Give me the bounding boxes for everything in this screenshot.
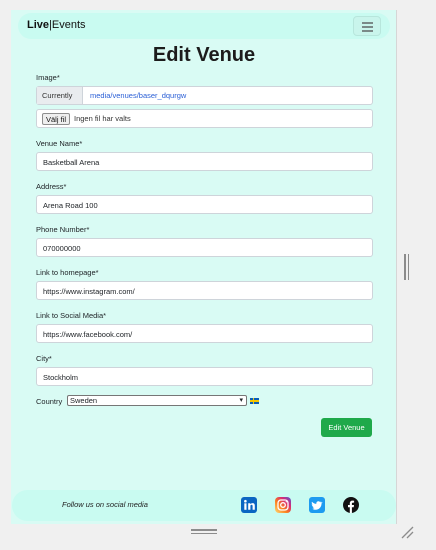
image-file-input[interactable]: Välj fil Ingen fil har valts (36, 109, 373, 128)
hamburger-icon (362, 30, 373, 32)
linkedin-icon[interactable] (241, 497, 257, 513)
country-label: Country (36, 397, 63, 406)
phone-label: Phone Number* (36, 225, 90, 234)
horizontal-resize-handle[interactable] (191, 529, 217, 535)
choose-file-button[interactable]: Välj fil (42, 113, 71, 125)
hamburger-icon (362, 22, 373, 24)
brand-logo[interactable]: Live|Events (27, 19, 86, 31)
image-label: Image* (36, 73, 60, 82)
hamburger-icon (362, 26, 373, 28)
country-select[interactable]: Sweden ▾ (67, 395, 247, 406)
venue-name-input[interactable]: Basketball Arena (36, 152, 373, 171)
page-title: Edit Venue (152, 44, 256, 66)
country-value: Sweden (70, 396, 98, 405)
footer: Follow us on social media (12, 490, 396, 521)
social-input[interactable]: https://www.facebook.com/ (36, 324, 373, 343)
current-image-link[interactable]: media/venues/baser_dqurgw (90, 91, 186, 100)
chevron-down-icon: ▾ (239, 397, 243, 404)
currently-label: Currently (37, 87, 83, 104)
venue-name-label: Venue Name* (36, 139, 83, 148)
navbar-toggle-button[interactable] (353, 16, 381, 36)
city-input[interactable]: Stockholm (36, 367, 373, 386)
address-label: Address* (36, 182, 67, 191)
brand-rest: Events (51, 19, 86, 31)
vertical-resize-handle[interactable] (404, 254, 410, 280)
social-label: Link to Social Media* (36, 311, 107, 320)
resize-grip-icon[interactable] (400, 525, 414, 539)
brand-bold: Live (27, 19, 50, 31)
phone-input[interactable]: 070000000 (36, 238, 373, 257)
city-label: City* (36, 354, 52, 363)
address-input[interactable]: Arena Road 100 (36, 195, 373, 214)
instagram-icon[interactable] (275, 497, 291, 513)
homepage-input[interactable]: https://www.instagram.com/ (36, 281, 373, 300)
page-viewport: Live|Events Edit Venue Image* Currently … (11, 10, 397, 524)
navbar: Live|Events (18, 13, 390, 39)
sweden-flag-icon (250, 398, 259, 404)
file-status: Ingen fil har valts (74, 114, 131, 123)
footer-text: Follow us on social media (62, 500, 148, 509)
edit-venue-button[interactable]: Edit Venue (321, 418, 372, 437)
homepage-label: Link to homepage* (36, 268, 99, 277)
twitter-icon[interactable] (309, 497, 325, 513)
current-image-group: Currently media/venues/baser_dqurgw (36, 86, 373, 105)
facebook-icon[interactable] (343, 497, 359, 513)
